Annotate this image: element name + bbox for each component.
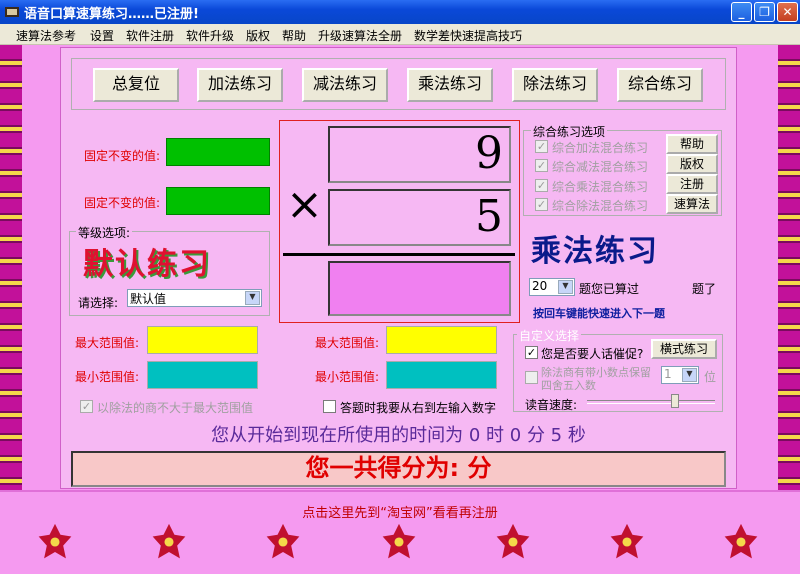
mixed-practice-button[interactable]: 综合练习 bbox=[617, 68, 703, 102]
div-quotient-label: 以除法的商不大于最大范围值 bbox=[97, 401, 254, 415]
rtl-input-label: 答题时我要从右到左输入数字 bbox=[340, 401, 497, 415]
decorative-border-right bbox=[778, 45, 800, 490]
menu-bar: 速算法参考 设置 软件注册 软件升级 版权 帮助 升级速算法全册 数学差快速提高… bbox=[0, 24, 800, 45]
min-range-field-2[interactable] bbox=[386, 361, 497, 389]
decimal-select-value: 1 bbox=[664, 367, 672, 381]
rtl-input-checkbox[interactable] bbox=[323, 400, 336, 413]
close-button[interactable]: ✕ bbox=[777, 2, 798, 22]
menu-item-register[interactable]: 软件注册 bbox=[126, 27, 174, 44]
flower-ornament-5 bbox=[496, 523, 530, 559]
flower-ornament-7 bbox=[724, 523, 758, 559]
menu-item-upgrade-full[interactable]: 升级速算法全册 bbox=[318, 27, 402, 44]
restore-button[interactable]: ❐ bbox=[754, 2, 775, 22]
mixed-options-title: 综合练习选项 bbox=[531, 123, 608, 140]
client-area: 总复位 加法练习 减法练习 乘法练习 除法练习 综合练习 固定不变的值: 固定不… bbox=[0, 45, 800, 574]
mixed-mul-label: 综合乘法混合练习 bbox=[552, 180, 649, 194]
decorative-border-left bbox=[0, 45, 22, 490]
chevron-down-icon: ▼ bbox=[682, 368, 697, 382]
window-title: 语音口算速算练习……已注册! bbox=[24, 7, 199, 22]
footer-bar: 点击这里先到“淘宝网”看看再注册 bbox=[0, 490, 800, 574]
mode-title: 乘法练习 bbox=[531, 234, 659, 269]
choose-label: 请选择: bbox=[78, 296, 119, 310]
speech-speed-slider[interactable] bbox=[587, 400, 715, 404]
addition-button[interactable]: 加法练习 bbox=[197, 68, 283, 102]
flower-ornament-4 bbox=[382, 523, 416, 559]
title-bar: 语音口算速算练习……已注册! _ ❐ ✕ bbox=[0, 0, 800, 24]
flower-ornament-2 bbox=[152, 523, 186, 559]
score-text: 您一共得分为: 分 bbox=[305, 454, 492, 482]
voice-prompt-checkbox[interactable]: ✓ bbox=[525, 346, 538, 359]
speech-speed-thumb[interactable] bbox=[671, 394, 679, 408]
menu-item-copyright[interactable]: 版权 bbox=[246, 27, 270, 44]
main-panel: 总复位 加法练习 减法练习 乘法练习 除法练习 综合练习 固定不变的值: 固定不… bbox=[60, 47, 737, 489]
mixed-add-checkbox[interactable]: ✓ bbox=[535, 140, 548, 153]
max-range-field[interactable] bbox=[147, 326, 258, 354]
flower-ornament-3 bbox=[266, 523, 300, 559]
close-icon: ✕ bbox=[782, 5, 793, 19]
minimize-icon: _ bbox=[738, 5, 745, 19]
div-quotient-checkbox[interactable]: ✓ bbox=[80, 400, 93, 413]
custom-title: 自定义选择 bbox=[517, 327, 582, 344]
reset-button[interactable]: 总复位 bbox=[93, 68, 179, 102]
min-range-label-2: 最小范围值: bbox=[315, 370, 380, 384]
division-button[interactable]: 除法练习 bbox=[512, 68, 598, 102]
enter-hint: 按回车键能快速进入下一题 bbox=[533, 307, 665, 320]
operator-sign: × bbox=[286, 179, 323, 230]
menu-item-reference[interactable]: 速算法参考 bbox=[16, 27, 76, 44]
elapsed-time: 您从开始到现在所使用的时间为 0 时 0 分 5 秒 bbox=[211, 425, 586, 446]
vertical-practice-button[interactable]: 横式练习 bbox=[651, 339, 717, 359]
app-icon bbox=[5, 7, 19, 17]
flower-ornament-1 bbox=[38, 523, 72, 559]
level-display: 默认练习 bbox=[83, 247, 211, 282]
mixed-mul-checkbox[interactable]: ✓ bbox=[535, 179, 548, 192]
equals-line bbox=[283, 253, 515, 256]
fixed-value-label-1: 固定不变的值: bbox=[84, 149, 161, 163]
min-range-label: 最小范围值: bbox=[75, 370, 140, 384]
speech-speed-label: 读音速度: bbox=[525, 398, 578, 412]
count-select[interactable]: 20 ▼ bbox=[529, 278, 575, 296]
min-range-field[interactable] bbox=[147, 361, 258, 389]
decimal-checkbox[interactable] bbox=[525, 371, 538, 384]
mixed-sub-label: 综合减法混合练习 bbox=[552, 160, 649, 174]
max-range-field-2[interactable] bbox=[386, 326, 497, 354]
fixed-value-field-2[interactable] bbox=[166, 187, 270, 215]
count-suffix: 题了 bbox=[692, 282, 717, 296]
count-text: 题您已算过 bbox=[579, 282, 640, 296]
count-select-value: 20 bbox=[532, 279, 548, 293]
help-button[interactable]: 帮助 bbox=[666, 134, 718, 154]
menu-item-help[interactable]: 帮助 bbox=[282, 27, 306, 44]
fixed-value-label-2: 固定不变的值: bbox=[84, 196, 161, 210]
register-button[interactable]: 注册 bbox=[666, 174, 718, 194]
menu-item-settings[interactable]: 设置 bbox=[90, 27, 114, 44]
copyright-button[interactable]: 版权 bbox=[666, 154, 718, 174]
answer-input[interactable] bbox=[328, 261, 511, 316]
mixed-add-label: 综合加法混合练习 bbox=[552, 141, 649, 155]
max-range-label-2: 最大范围值: bbox=[315, 336, 380, 350]
multiplication-button[interactable]: 乘法练习 bbox=[407, 68, 493, 102]
decimal-unit: 位 bbox=[704, 370, 717, 384]
mixed-div-label: 综合除法混合练习 bbox=[552, 199, 649, 213]
restore-icon: ❐ bbox=[759, 5, 770, 19]
operand-top: 9 bbox=[328, 126, 511, 183]
mixed-div-checkbox[interactable]: ✓ bbox=[535, 198, 548, 211]
chevron-down-icon: ▼ bbox=[245, 291, 260, 305]
menu-item-upgrade[interactable]: 软件升级 bbox=[186, 27, 234, 44]
max-range-label: 最大范围值: bbox=[75, 336, 140, 350]
taobao-link[interactable]: 点击这里先到“淘宝网”看看再注册 bbox=[0, 502, 800, 521]
operand-bottom: 5 bbox=[328, 189, 511, 246]
voice-prompt-label: 您是否要人话催促? bbox=[541, 347, 644, 361]
flower-ornament-6 bbox=[610, 523, 644, 559]
mixed-sub-checkbox[interactable]: ✓ bbox=[535, 159, 548, 172]
decimal-select[interactable]: 1 ▼ bbox=[661, 366, 699, 384]
fixed-value-field-1[interactable] bbox=[166, 138, 270, 166]
menu-item-tips[interactable]: 数学差快速提高技巧 bbox=[414, 27, 522, 44]
minimize-button[interactable]: _ bbox=[731, 2, 752, 22]
level-select[interactable]: 默认值 ▼ bbox=[127, 289, 262, 307]
speed-method-button[interactable]: 速算法 bbox=[666, 194, 718, 214]
level-select-value: 默认值 bbox=[130, 292, 167, 306]
chevron-down-icon: ▼ bbox=[558, 280, 573, 294]
subtraction-button[interactable]: 减法练习 bbox=[302, 68, 388, 102]
decimal-text-2: 四舍五入数 bbox=[541, 379, 596, 392]
